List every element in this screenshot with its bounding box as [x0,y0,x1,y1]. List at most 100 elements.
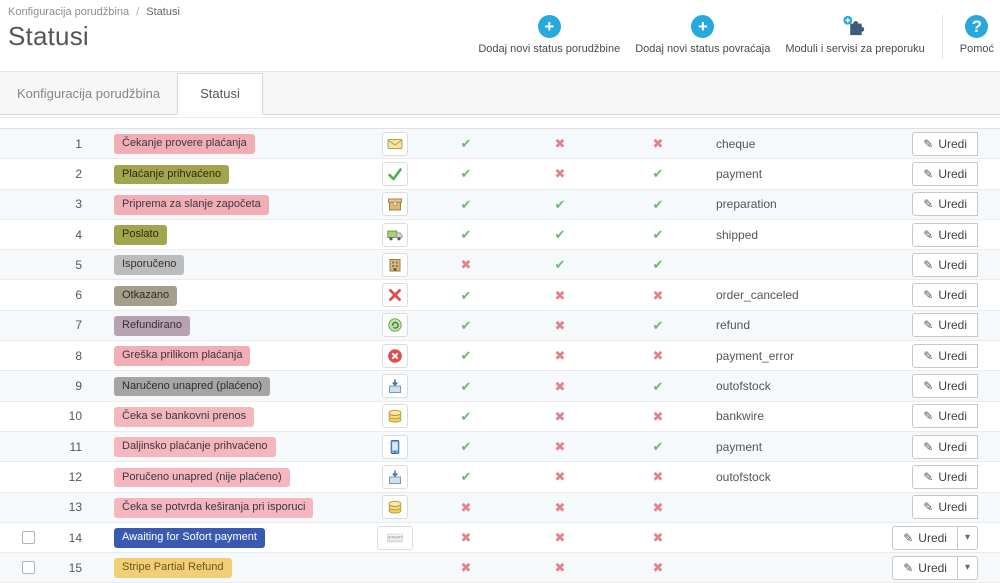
edit-button-group: ✎ Uredi [912,283,978,308]
email-mark: ✖ [460,257,472,273]
pencil-icon: ✎ [923,318,934,333]
email-template: cheque [716,136,756,151]
edit-button[interactable]: ✎ Uredi [912,192,978,217]
table-row: 3 Priprema za slanje započeta ✔ ✔ ✔ prep… [0,189,1000,220]
table-row: 12 Poručeno unapred (nije plaćeno) ✔ ✖ ✖… [0,462,1000,493]
delivery-mark: ✖ [554,378,566,394]
table-row: 7 Refundirano ✔ ✖ ✔ refund ✎ Uredi [0,310,1000,342]
edit-button[interactable]: ✎ Uredi [912,434,978,459]
table-row: 10 Čeka se bankovni prenos ✔ ✖ ✖ bankwir… [0,401,1000,432]
tab-statuses[interactable]: Statusi [177,73,263,115]
invoice-mark: ✔ [652,166,664,182]
email-mark: ✖ [460,499,472,515]
email-mark: ✔ [460,348,472,364]
edit-button-label: Uredi [938,409,967,424]
email-template: outofstock [716,379,771,394]
edit-button-group: ✎ Uredi [912,434,978,459]
status-badge: Poručeno unapred (nije plaćeno) [114,467,290,488]
delivery-mark: ✖ [554,166,566,182]
tab-bar: Konfiguracija porudžbina Statusi [0,72,1000,115]
delivery-mark: ✔ [554,257,566,273]
status-id: 3 [75,197,82,212]
status-badge: Čeka se bankovni prenos [114,406,255,427]
email-template: refund [716,318,751,333]
edit-button[interactable]: ✎ Uredi [892,555,958,580]
email-mark: ✔ [460,287,472,303]
delivery-mark: ✖ [554,136,566,152]
table-row: 6 Otkazano ✔ ✖ ✖ order_canceled ✎ Uredi [0,280,1000,311]
delivery-mark: ✖ [554,439,566,455]
delivery-mark: ✖ [554,348,566,364]
edit-button-group: ✎ Uredi [912,192,978,217]
table-header-cropped [0,117,1000,129]
edit-button-label: Uredi [938,439,967,454]
delivery-mark: ✔ [554,196,566,212]
statuses-panel: 1 Čekanje provere plaćanja ✔ ✖ ✖ cheque … [0,117,1000,583]
pencil-icon: ✎ [923,409,934,424]
status-badge: Isporučeno [114,255,185,276]
table-row: 2 Plaćanje prihvaćeno ✔ ✖ ✔ payment ✎ Ure… [0,159,1000,190]
edit-button[interactable]: ✎ Uredi [912,252,978,277]
coins-icon [382,495,408,520]
email-template: payment_error [716,348,795,363]
edit-button-group: ✎ Uredi [912,495,978,520]
status-id: 6 [75,288,82,303]
puzzle-icon [842,15,868,38]
status-id: 9 [75,379,82,394]
edit-button[interactable]: ✎ Uredi [912,222,978,247]
edit-button[interactable]: ✎ Uredi [912,404,978,429]
invoice-mark: ✔ [652,317,664,333]
invoice-mark: ✖ [652,287,664,303]
edit-button[interactable]: ✎ Uredi [912,495,978,520]
email-template: bankwire [716,409,765,424]
help-icon: ? [965,15,989,38]
edit-button[interactable]: ✎ Uredi [912,464,978,489]
table-row: 14 Awaiting for Sofort payment ✖ ✖ ✖ ✎ Ur… [0,522,1000,554]
add-return-status-button[interactable]: + Dodaj novi status povraćaja [635,15,770,55]
row-checkbox[interactable] [21,531,35,544]
row-checkbox[interactable] [21,561,35,575]
pencil-icon: ✎ [923,500,934,515]
edit-button-group: ✎ Uredi ▾ [892,525,978,550]
email-mark: ✔ [460,166,472,182]
edit-button-label: Uredi [938,318,967,333]
edit-button[interactable]: ✎ Uredi [892,525,958,550]
action-label: Dodaj novi status povraćaja [635,43,771,55]
add-order-status-button[interactable]: + Dodaj novi status porudžbine [478,15,620,55]
invoice-mark: ✖ [652,530,664,545]
recommended-modules-button[interactable]: Moduli i servisi za preporuku [785,15,925,55]
edit-button[interactable]: ✎ Uredi [912,283,978,308]
edit-button[interactable]: ✎ Uredi [912,161,978,186]
status-id: 8 [75,348,82,363]
edit-button-group: ✎ Uredi [912,343,978,368]
edit-dropdown-toggle[interactable]: ▾ [957,555,978,580]
edit-button[interactable]: ✎ Uredi [912,374,978,399]
action-label: Pomoć [959,43,994,55]
edit-button-label: Uredi [938,257,967,272]
invoice-mark: ✔ [652,378,664,394]
delivery-mark: ✖ [554,408,566,424]
pencil-icon: ✎ [903,530,914,545]
box-icon [382,192,408,217]
help-button[interactable]: ? Pomoć [960,15,994,55]
table-row: 13 Čeka se potvrda keširanja pri isporuc… [0,492,1000,523]
page-header: Konfiguracija porudžbina / Statusi Statu… [0,0,1000,72]
edit-button[interactable]: ✎ Uredi [912,343,978,368]
status-id: 11 [69,439,82,454]
tab-order-configuration[interactable]: Konfiguracija porudžbina [0,74,177,114]
edit-button[interactable]: ✎ Uredi [912,131,978,156]
edit-button[interactable]: ✎ Uredi [912,313,978,338]
edit-dropdown-toggle[interactable]: ▾ [957,525,978,550]
invoice-mark: ✖ [652,499,664,515]
edit-button-label: Uredi [938,379,967,394]
email-mark: ✖ [460,530,472,545]
status-badge: Priprema za slanje započeta [114,194,269,215]
breadcrumb-parent[interactable]: Konfiguracija porudžbina [8,6,129,18]
edit-button-group: ✎ Uredi ▾ [892,555,978,580]
invoice-mark: ✔ [652,439,664,455]
email-template: payment [716,166,763,181]
box-arrow-icon [382,464,408,489]
invoice-mark: ✖ [652,136,664,152]
check-icon [382,161,408,186]
pencil-icon: ✎ [923,288,934,303]
